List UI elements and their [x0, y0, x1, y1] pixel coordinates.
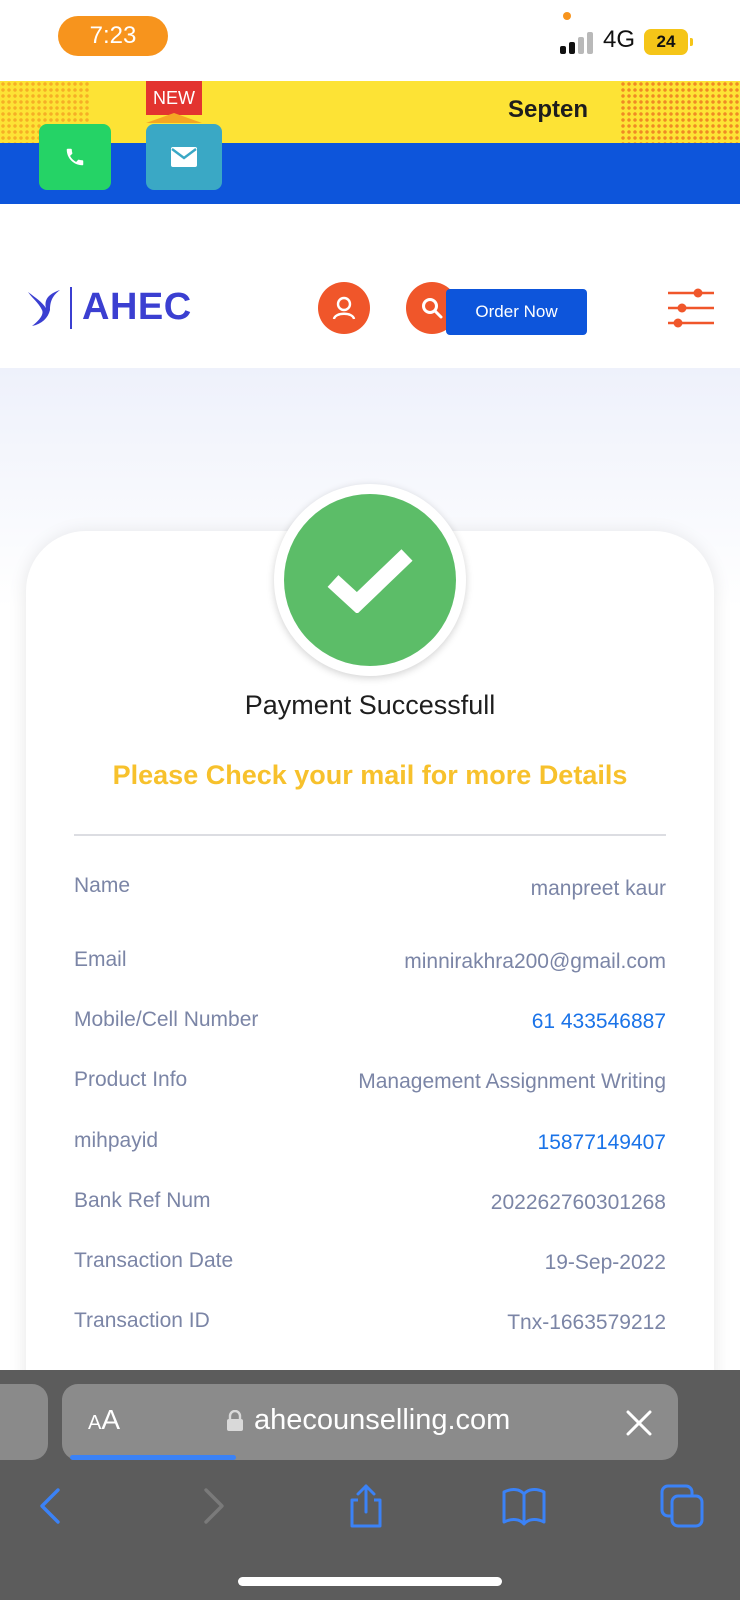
search-icon [422, 298, 443, 319]
phone-link[interactable]: 61 433546887 [532, 1010, 666, 1034]
detail-row: Bank Ref Num 20226276030126​8 [74, 1189, 666, 1225]
detail-label: Transaction Date [74, 1249, 234, 1272]
detail-label: Email [74, 948, 127, 971]
checkmark-icon [327, 549, 413, 613]
card-divider [74, 834, 666, 836]
account-button[interactable] [318, 282, 370, 334]
detail-label: Mobile/Cell Number [74, 1008, 259, 1031]
detail-row: Email minnirakhra200@gmail.com [74, 948, 666, 984]
success-circle [284, 494, 456, 666]
site-logo[interactable]: AHEC [26, 286, 192, 329]
reader-settings-button[interactable]: AA [88, 1404, 120, 1436]
promo-text: Septen [508, 96, 589, 123]
detail-value: Tnx-1663579212 [507, 1311, 666, 1334]
detail-row: Transaction Date 19-Sep-2022 [74, 1249, 666, 1285]
detail-value: 20226276030126​8 [490, 1191, 666, 1214]
payid-link[interactable]: 15877149407 [538, 1131, 666, 1155]
tabs-icon[interactable] [658, 1482, 706, 1530]
detail-row: mihpayid 15877149407 [74, 1129, 666, 1165]
bird-logo-icon [28, 289, 60, 326]
detail-value: Management Assignment Writing [358, 1070, 666, 1093]
detail-value: manpreet kaur [530, 877, 666, 900]
sliders-menu-icon [668, 288, 714, 328]
logo-divider [70, 286, 72, 329]
user-icon [332, 296, 356, 320]
order-now-button[interactable]: Order Now [446, 289, 587, 335]
promo-pattern-right [620, 81, 740, 143]
detail-value: 19-Sep-2022 [544, 1251, 666, 1274]
contact-strip [0, 143, 740, 204]
email-button[interactable] [146, 124, 222, 190]
aa-big-text: A [101, 1404, 121, 1435]
detail-label: mihpayid [74, 1129, 159, 1152]
signal-icon [560, 32, 594, 54]
network-type: 4G [603, 26, 636, 53]
home-indicator [238, 1577, 502, 1586]
url-text[interactable]: ahecounselling.com [254, 1404, 510, 1437]
new-badge: NEW [146, 81, 202, 115]
back-icon[interactable] [28, 1482, 76, 1530]
share-icon[interactable] [342, 1482, 390, 1530]
page-load-progress [70, 1455, 236, 1460]
phone-icon [66, 148, 84, 166]
call-button[interactable] [39, 124, 111, 190]
forward-icon[interactable] [188, 1482, 236, 1530]
detail-value: minnirakhra200@gmail.com [404, 950, 666, 973]
menu-button[interactable] [666, 287, 716, 329]
battery-icon: 24 [644, 29, 688, 55]
detail-row: Product Info Management Assignment Writi… [74, 1068, 666, 1104]
status-time: 7:23 [58, 16, 168, 56]
detail-label: Product Info [74, 1068, 188, 1091]
previous-tab[interactable] [0, 1384, 48, 1460]
detail-label: Bank Ref Num [74, 1189, 211, 1212]
privacy-indicator-dot [563, 12, 571, 20]
new-badge-ribbon [146, 113, 202, 123]
mail-icon [171, 147, 197, 167]
success-badge [274, 484, 466, 676]
detail-row: Mobile/Cell Number 61 433546887 [74, 1008, 666, 1044]
detail-row: Name manpreet kaur [74, 874, 666, 910]
payment-status-title: Payment Successfull [244, 690, 496, 720]
logo-text: AHEC [82, 286, 192, 328]
stop-loading-icon[interactable] [624, 1408, 654, 1438]
aa-small-text: A [88, 1412, 102, 1434]
battery-tip [690, 38, 693, 46]
detail-row: Transaction ID Tnx-1663579212 [74, 1309, 666, 1345]
lock-icon [227, 1410, 243, 1431]
bookmarks-icon[interactable] [500, 1482, 548, 1530]
detail-label: Name [74, 874, 131, 897]
payment-instruction: Please Check your mail for more Details [112, 760, 628, 790]
detail-label: Transaction ID [74, 1309, 210, 1332]
promo-banner[interactable] [0, 81, 740, 143]
